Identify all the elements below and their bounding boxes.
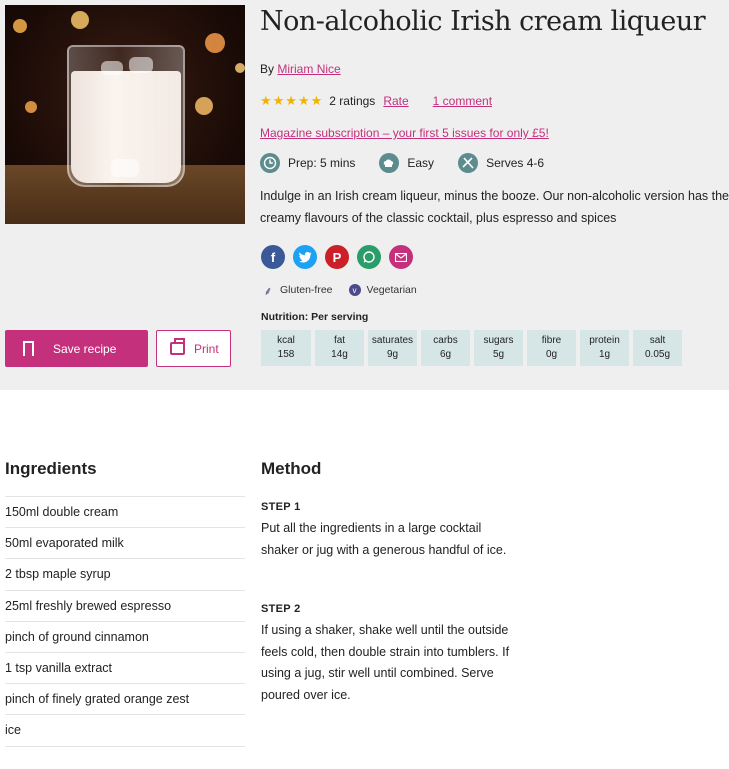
nutrition-sugars: sugars 5g [474, 330, 523, 366]
share-bar: f P [261, 245, 413, 269]
facebook-icon[interactable]: f [261, 245, 285, 269]
star-rating-icon[interactable]: ★★★★★ [260, 93, 323, 109]
recipe-header: Non-alcoholic Irish cream liqueur By Mir… [0, 0, 729, 390]
nutrition-value: 158 [277, 349, 295, 360]
dietary-tags: ⸙ Gluten-free v Vegetarian [262, 283, 433, 298]
nutrition-label: carbs [433, 335, 458, 346]
servings-value: Serves 4-6 [486, 156, 545, 170]
byline-prefix: By [260, 62, 275, 76]
servings: Serves 4-6 [458, 153, 544, 173]
method-heading: Method [261, 459, 322, 478]
prep-label: Prep: [288, 156, 317, 170]
nutrition-label: salt [649, 335, 666, 346]
nutrition-title: Nutrition: Per serving [261, 311, 369, 323]
nutrition-label: saturates [371, 335, 414, 346]
list-item: pinch of ground cinnamon [5, 622, 245, 653]
rate-link[interactable]: Rate [383, 94, 408, 108]
author-link[interactable]: Miriam Nice [277, 62, 340, 76]
nutrition-value: 1g [598, 349, 611, 360]
nutrition-saturates: saturates 9g [368, 330, 417, 366]
nutrition-label: fibre [541, 335, 562, 346]
clock-icon [260, 153, 280, 173]
chef-hat-icon [379, 153, 400, 173]
list-item: 50ml evaporated milk [5, 528, 245, 560]
recipe-title: Non-alcoholic Irish cream liqueur [260, 6, 706, 37]
ratings-count: 2 ratings [329, 94, 376, 108]
list-item: 2 tbsp maple syrup [5, 559, 245, 591]
nutrition-value: 0.05g [644, 349, 671, 360]
printer-icon [170, 338, 185, 355]
diet-label: Gluten-free [280, 284, 333, 296]
ingredients-list: 150ml double cream 50ml evaporated milk … [5, 496, 245, 747]
whatsapp-icon[interactable] [357, 245, 381, 269]
nutrition-value: 9g [386, 349, 399, 360]
ingredients-heading: Ingredients [5, 459, 97, 478]
nutrition-carbs: carbs 6g [421, 330, 470, 366]
nutrition-fat: fat 14g [315, 330, 364, 366]
nutrition-salt: salt 0.05g [633, 330, 682, 366]
bookmark-icon [23, 341, 34, 360]
recipe-meta: Prep: 5 mins Easy Serves 4-6 [260, 153, 568, 173]
save-recipe-button[interactable]: Save recipe [5, 330, 148, 367]
nutrition-label: fat [333, 335, 346, 346]
print-label: Print [194, 341, 219, 356]
pinterest-icon[interactable]: P [325, 245, 349, 269]
diet-tag-gluten-free[interactable]: ⸙ Gluten-free [262, 283, 333, 298]
list-item: pinch of finely grated orange zest [5, 684, 245, 716]
nutrition-value: 6g [439, 349, 452, 360]
nutrition-label: protein [589, 335, 620, 346]
comments-link[interactable]: 1 comment [433, 94, 492, 108]
step-text: If using a shaker, shake well until the … [261, 623, 510, 702]
twitter-icon[interactable] [293, 245, 317, 269]
recipe-photo [5, 5, 245, 224]
difficulty: Easy [379, 153, 434, 173]
email-icon[interactable] [389, 245, 413, 269]
ratings: ★★★★★ 2 ratings Rate 1 comment [260, 93, 492, 109]
nutrition-label: sugars [483, 335, 514, 346]
nutrition-protein: protein 1g [580, 330, 629, 366]
step-text: Put all the ingredients in a large cockt… [261, 521, 507, 557]
wheat-icon: ⸙ [263, 283, 273, 298]
nutrition-table: kcal 158 fat 14g saturates 9g carbs 6g sugar… [261, 330, 682, 366]
nutrition-value: 0g [545, 349, 558, 360]
list-item: 25ml freshly brewed espresso [5, 591, 245, 622]
byline: By Miriam Nice [260, 62, 341, 76]
nutrition-label: kcal [277, 335, 295, 346]
nutrition-value: 14g [331, 349, 348, 360]
save-recipe-label: Save recipe [53, 341, 117, 356]
list-item: 1 tsp vanilla extract [5, 653, 245, 685]
difficulty-value: Easy [407, 156, 435, 170]
nutrition-fibre: fibre 0g [527, 330, 576, 366]
print-button[interactable]: Print [156, 330, 231, 367]
recipe-description: Indulge in an Irish cream liqueur, minus… [260, 189, 729, 225]
list-item: ice [5, 715, 245, 747]
nutrition-kcal: kcal 158 [261, 330, 311, 366]
magazine-promo-link[interactable]: Magazine subscription – your first 5 iss… [260, 126, 549, 140]
prep-value: 5 mins [320, 156, 356, 170]
diet-label: Vegetarian [366, 284, 417, 296]
step-title: STEP 1 [261, 501, 301, 513]
cutlery-icon [458, 153, 479, 173]
step-title: STEP 2 [261, 603, 301, 615]
nutrition-value: 5g [492, 349, 505, 360]
prep-time: Prep: 5 mins [260, 153, 355, 173]
vegetarian-icon: v [348, 284, 361, 296]
diet-tag-vegetarian[interactable]: v Vegetarian [348, 284, 417, 296]
list-item: 150ml double cream [5, 497, 245, 529]
